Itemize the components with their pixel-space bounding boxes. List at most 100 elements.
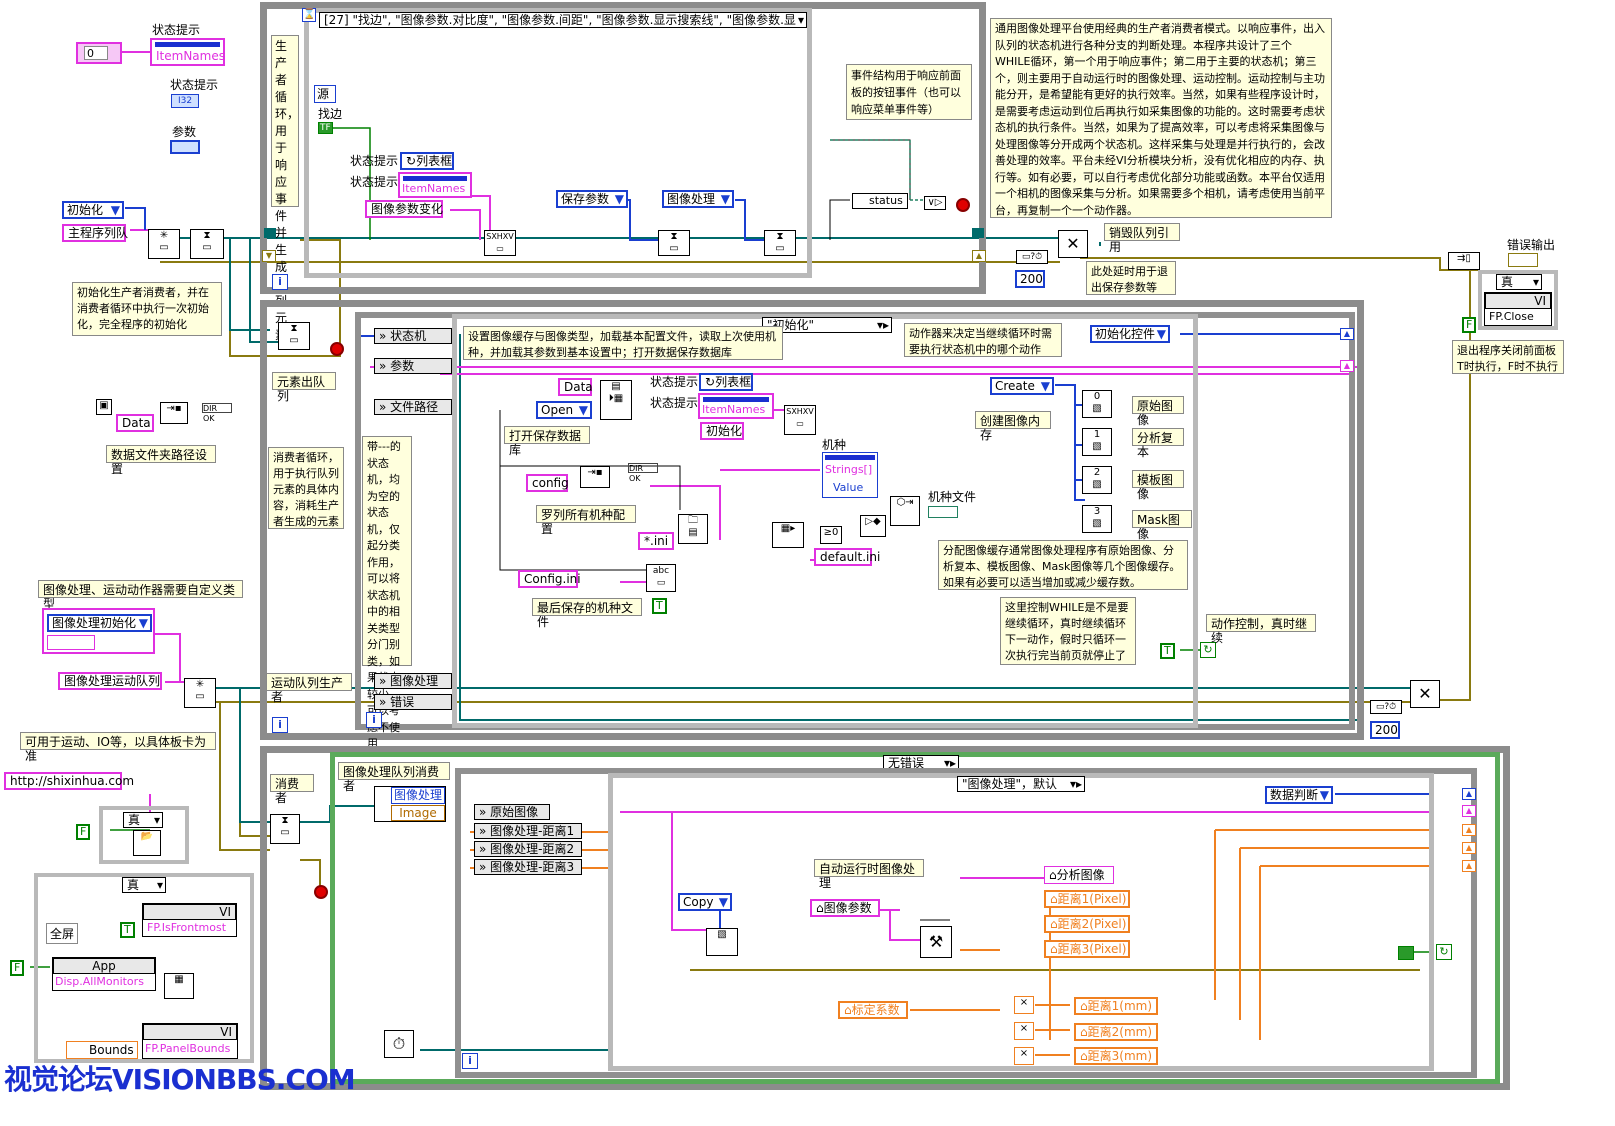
- wait-ms-node[interactable]: ▭?⏱: [1016, 250, 1048, 264]
- create-enum[interactable]: Create ▼: [990, 377, 1054, 395]
- item-names-property[interactable]: ItemNames: [150, 38, 225, 66]
- search-array-node[interactable]: ▦▸: [772, 522, 804, 548]
- imaq-create-2[interactable]: 2 ▧: [1082, 466, 1112, 494]
- item-names-node-2[interactable]: ItemNames: [698, 393, 774, 419]
- url-const[interactable]: http://shixinhua.com: [4, 772, 134, 790]
- dist1-mm-ref[interactable]: ⌂距离1(mm): [1074, 997, 1158, 1015]
- multiply-node-1[interactable]: ×: [1014, 996, 1034, 1014]
- fp-close-node[interactable]: VI FP.Close: [1484, 292, 1552, 326]
- multiply-node-2[interactable]: ×: [1014, 1022, 1034, 1040]
- unbundle-node[interactable]: 图像处理 Image: [374, 786, 446, 822]
- imaq-create-0[interactable]: 0 ▧: [1082, 390, 1112, 418]
- or-node[interactable]: ∨▷: [924, 196, 946, 210]
- cluster-indicator[interactable]: [170, 140, 200, 154]
- main-queue-const[interactable]: 主程序列队: [62, 224, 128, 242]
- dist1-px-ref[interactable]: ⌂距离1(Pixel): [1044, 890, 1130, 908]
- img-init-typedef[interactable]: 图像处理初始化 ▼: [42, 608, 155, 654]
- calib-coef-ref[interactable]: ⌂标定系数: [838, 1001, 908, 1019]
- t-const-2[interactable]: T: [652, 598, 667, 614]
- enqueue-save-node[interactable]: ⧗ ▭: [658, 230, 690, 256]
- i32-indicator[interactable]: I32: [171, 94, 199, 108]
- init-control-enum[interactable]: 初始化控件 ▼: [1090, 325, 1170, 343]
- imaq-create-3[interactable]: 3 ▧: [1082, 505, 1112, 533]
- stop-condition-icon[interactable]: [956, 198, 970, 212]
- error-out-indicator[interactable]: [1508, 253, 1538, 267]
- enqueue-img-node[interactable]: ⧗ ▭: [764, 230, 796, 256]
- imaq-create-1[interactable]: 1 ▧: [1082, 428, 1112, 456]
- find-edge-bool[interactable]: TF: [318, 122, 333, 134]
- numeric-indicator[interactable]: 0: [76, 42, 122, 64]
- obtain-queue-node[interactable]: ✳ ▭: [148, 229, 180, 259]
- typedef-string-field[interactable]: [47, 635, 95, 650]
- f-const[interactable]: F: [76, 824, 91, 840]
- analyze-image-ref[interactable]: ⌂分析图像: [1044, 866, 1114, 884]
- ini-pattern-const[interactable]: *.ini: [638, 532, 674, 550]
- merge-errors-node[interactable]: ⇉▯: [1448, 252, 1480, 270]
- wait-ms-node-2[interactable]: ▭?⏱: [1370, 700, 1402, 714]
- f-const-2[interactable]: F: [10, 960, 25, 976]
- delay-200-const-2[interactable]: 200: [1370, 721, 1400, 739]
- config-const[interactable]: config: [526, 474, 569, 492]
- t-const[interactable]: T: [120, 922, 135, 938]
- open-db-node[interactable]: ▤ ⏵▦: [600, 380, 632, 420]
- index-array-node[interactable]: ▦: [164, 973, 194, 999]
- img-stop-icon[interactable]: [314, 885, 328, 899]
- img-case-selector[interactable]: "图像处理"，默认 ▾▸: [957, 776, 1085, 792]
- enqueue-node[interactable]: ⧗ ▭: [190, 229, 224, 259]
- true-const-img[interactable]: [1398, 946, 1414, 960]
- select-node[interactable]: ▷◆: [860, 515, 886, 537]
- model-property-node[interactable]: Strings[] Value: [822, 452, 878, 498]
- dequeue-node[interactable]: ⧗ ▭: [278, 322, 310, 350]
- default-ini-const[interactable]: default.ini: [814, 548, 880, 566]
- open-url-node[interactable]: 📂: [133, 830, 161, 856]
- data-const-2[interactable]: Data: [558, 378, 593, 396]
- bundle-node[interactable]: SXHXV ▭: [484, 230, 516, 256]
- close-case-selector[interactable]: 真 ▾: [1496, 274, 1542, 290]
- config-ini-const[interactable]: Config.ini: [518, 570, 581, 588]
- data-const[interactable]: Data: [116, 414, 154, 432]
- build-path-node-2[interactable]: ⇥▪: [580, 466, 610, 488]
- img-motion-queue-const[interactable]: 图像处理运动队列: [58, 672, 162, 690]
- wait-timer-icon[interactable]: ⏱: [384, 1030, 414, 1058]
- dist3-mm-ref[interactable]: ⌂距离3(mm): [1074, 1047, 1158, 1065]
- build-path-node-3[interactable]: ⬡⇥: [890, 496, 920, 526]
- vi-property-node[interactable]: VI FP.IsFrontmost: [142, 903, 237, 937]
- model-file-indicator[interactable]: [928, 506, 958, 518]
- init-enum[interactable]: 初始化 ▼: [62, 201, 124, 219]
- ge-zero-node[interactable]: ≥0: [820, 526, 842, 544]
- build-path-node[interactable]: ⇥▪: [160, 402, 188, 424]
- url-case-selector[interactable]: 真 ▾: [123, 812, 163, 828]
- t-const-3[interactable]: T: [1160, 643, 1175, 659]
- list-folder-node[interactable]: 🗀 ▤: [678, 514, 708, 544]
- fullscreen-case-selector[interactable]: 真 ▾: [122, 877, 166, 893]
- img-process-enum[interactable]: 图像处理 ▼: [662, 190, 734, 208]
- imaq-copy-node[interactable]: ▧: [706, 928, 738, 956]
- dist2-px-ref[interactable]: ⌂距离2(Pixel): [1044, 915, 1130, 933]
- img-param-changed-const[interactable]: 图像参数变化: [365, 200, 443, 218]
- source-node[interactable]: 源: [314, 85, 336, 103]
- img-init-enum[interactable]: 图像处理初始化 ▼: [47, 614, 152, 632]
- loop-continue-icon-2[interactable]: ↻: [1436, 944, 1452, 960]
- status-unbundle[interactable]: status: [852, 193, 908, 209]
- data-judge-enum[interactable]: 数据判断 ▼: [1265, 786, 1333, 804]
- release-queue-node[interactable]: ✕: [1058, 230, 1088, 258]
- dist2-mm-ref[interactable]: ⌂距离2(mm): [1074, 1023, 1158, 1041]
- app-property-node[interactable]: App Disp.AllMonitors: [52, 957, 156, 991]
- item-names-node[interactable]: ItemNames: [398, 172, 472, 198]
- list-box-ref-2[interactable]: ↻列表框: [699, 373, 753, 391]
- list-box-ref[interactable]: ↻列表框: [400, 152, 454, 170]
- img-params-ref[interactable]: ⌂图像参数: [810, 899, 880, 917]
- copy-enum[interactable]: Copy ▼: [678, 893, 732, 911]
- dist3-px-ref[interactable]: ⌂距离3(Pixel): [1044, 940, 1130, 958]
- multiply-node-3[interactable]: ×: [1014, 1047, 1034, 1065]
- subvi-process-node[interactable]: ⚒: [920, 926, 952, 958]
- f-const-close[interactable]: F: [1462, 317, 1477, 333]
- delay-200-const[interactable]: 200: [1015, 270, 1045, 288]
- panel-bounds-property-node[interactable]: VI FP.PanelBounds: [142, 1023, 238, 1059]
- save-params-enum[interactable]: 保存参数 ▼: [556, 190, 628, 208]
- obtain-motion-queue-node[interactable]: ✳ ▭: [184, 678, 216, 708]
- init-const[interactable]: 初始化: [700, 422, 744, 440]
- bundle-node-2[interactable]: SXHXV ▭: [784, 405, 816, 435]
- consumer-stop-icon[interactable]: [330, 342, 344, 356]
- read-key-node[interactable]: abc ▭: [646, 564, 676, 592]
